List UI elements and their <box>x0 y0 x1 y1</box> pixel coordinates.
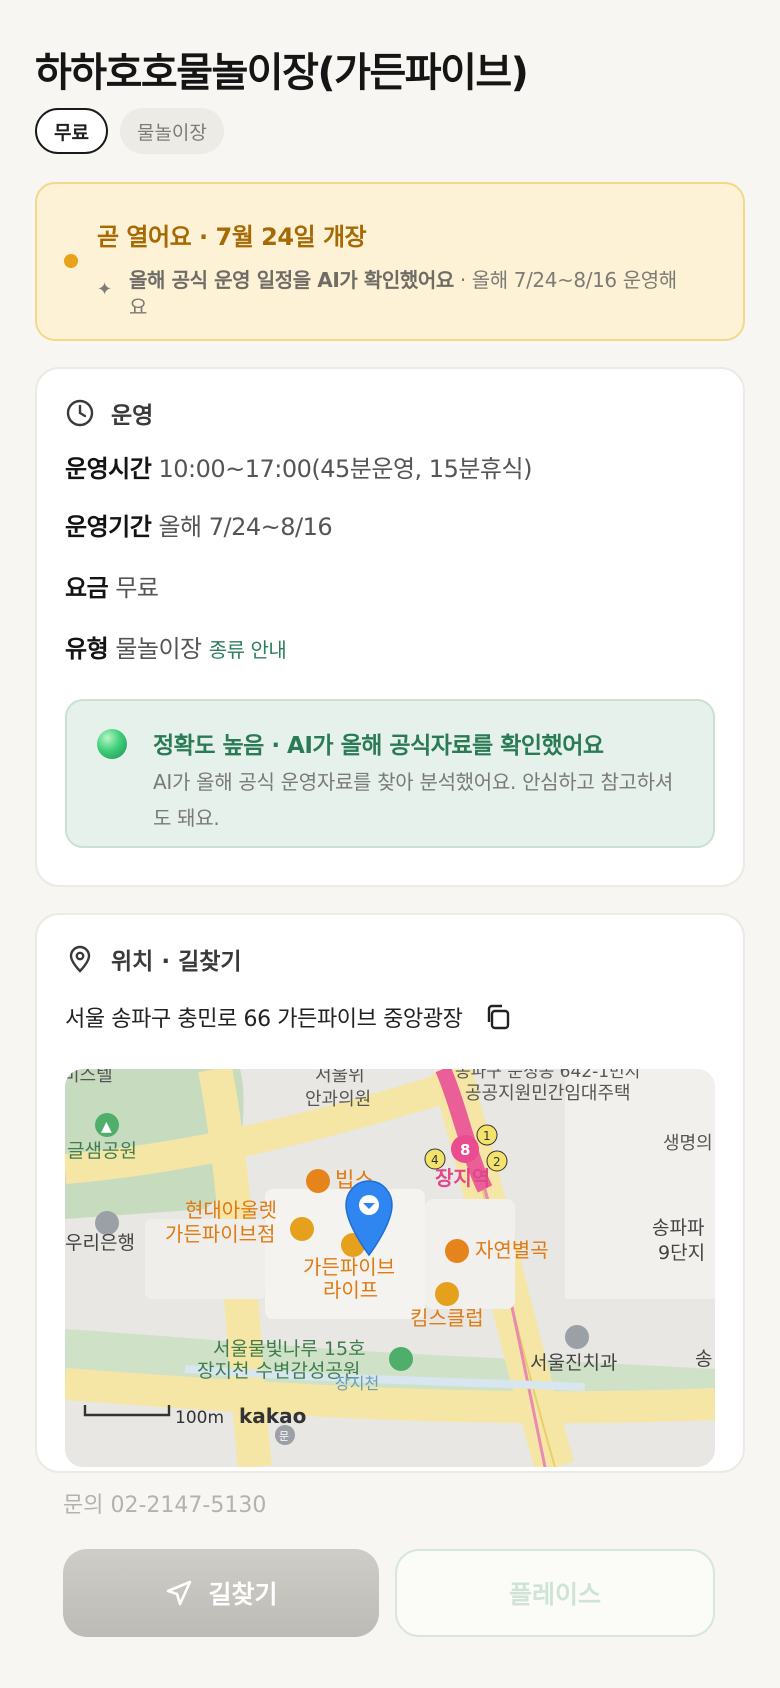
map-label: 공공지원민간임대주택 <box>465 1083 631 1104</box>
info-row-fee: 요금 무료 <box>65 568 715 603</box>
info-row-hours: 운영시간 10:00~17:00(45분운영, 15분휴식) <box>65 449 715 484</box>
tree-icon: ▲ <box>101 1119 112 1135</box>
place-button-label: 플레이스 <box>508 1580 601 1609</box>
info-value: 무료 <box>115 574 159 602</box>
notice-bold: 올해 공식 운영 일정을 AI가 확인했어요 <box>129 268 454 292</box>
restaurant-icon <box>445 1239 469 1263</box>
copy-icon[interactable] <box>484 1003 512 1031</box>
map-label: 서울위 <box>315 1069 365 1086</box>
operation-card: 운영 운영시간 10:00~17:00(45분운영, 15분휴식) 운영기간 올… <box>35 367 745 887</box>
map-label: 가든파이브점 <box>165 1222 275 1246</box>
map-label: 송파파 <box>652 1217 704 1239</box>
location-pin-icon <box>69 945 91 973</box>
navigation-arrow-icon <box>167 1580 192 1606</box>
tag-chips: 무료 물놀이장 <box>35 108 745 154</box>
action-buttons: 길찾기 플레이스 <box>35 1549 745 1637</box>
ai-accuracy-title: 정확도 높음 · AI가 올해 공식자료를 확인했어요 <box>153 733 604 759</box>
map-label: 9단지 <box>658 1242 705 1264</box>
map-logo: kakao <box>239 1404 306 1428</box>
info-value: 10:00~17:00(45분운영, 15분휴식) <box>158 455 532 483</box>
shopping-icon <box>290 1217 314 1241</box>
operation-header-label: 운영 <box>111 403 154 429</box>
map-label: 1 <box>483 1129 491 1143</box>
map-label: 장지천 <box>335 1374 379 1393</box>
restaurant-icon <box>306 1169 330 1193</box>
operation-header: 운영 <box>65 397 715 429</box>
map-label: 생명의 <box>663 1133 713 1154</box>
map-label: 4 <box>431 1153 439 1167</box>
location-card: 위치 · 길찾기 서울 송파구 충민로 66 가든파이브 중앙광장 비스텔 서울… <box>35 913 745 1473</box>
contact-phone[interactable]: 문의 02-2147-5130 <box>35 1487 745 1519</box>
info-label: 요금 <box>65 574 109 602</box>
ai-accuracy-description: AI가 올해 공식 운영자료를 찾아 분석했어요. 안심하고 참고하셔도 돼요. <box>153 770 673 830</box>
map-label: 자연별곡 <box>475 1238 549 1262</box>
address-row: 서울 송파구 충민로 66 가든파이브 중앙광장 <box>65 1001 715 1033</box>
map-label: 우리은행 <box>65 1232 135 1254</box>
chip-free[interactable]: 무료 <box>35 108 108 154</box>
notice-title: 곧 열어요 · 7월 24일 개장 <box>97 223 367 251</box>
info-label: 운영기간 <box>65 513 152 541</box>
map-label: 100m <box>175 1408 224 1428</box>
info-value: 올해 7/24~8/16 <box>158 513 333 541</box>
map-label: 장지역 <box>435 1166 490 1190</box>
ai-accuracy-box: 정확도 높음 · AI가 올해 공식자료를 확인했어요 AI가 올해 공식 운영… <box>65 699 715 848</box>
status-dot-icon <box>64 254 78 268</box>
notice-description: 올해 공식 운영 일정을 AI가 확인했어요 · 올해 7/24~8/16 운영… <box>129 267 689 321</box>
map-label: 송 <box>695 1348 712 1370</box>
map-label: 비스텔 <box>65 1069 113 1086</box>
map-label: 안과의원 <box>305 1089 371 1110</box>
page-title: 하하호호물놀이장(가든파이브) <box>35 50 529 96</box>
map-label: 서울진치과 <box>530 1352 617 1374</box>
info-label: 유형 <box>65 635 109 663</box>
map-label: 킴스클럽 <box>410 1306 484 1330</box>
sparkle-icon: ✦ <box>97 279 113 300</box>
location-map[interactable]: 비스텔 서울위 안과의원 송파구 문정동 642-1번지 공공지원민간임대주택 … <box>65 1069 715 1467</box>
place-button[interactable]: 플레이스 <box>395 1549 715 1637</box>
map-label: 송파구 문정동 642-1번지 <box>455 1069 640 1082</box>
map-label: 현대아울렛 <box>185 1198 277 1222</box>
dental-icon <box>565 1325 589 1349</box>
address-text: 서울 송파구 충민로 66 가든파이브 중앙광장 <box>65 1007 463 1032</box>
location-header-label: 위치 · 길찾기 <box>111 949 242 975</box>
cart-icon <box>435 1282 459 1306</box>
map-label: 글샘공원 <box>67 1140 137 1162</box>
location-header: 위치 · 길찾기 <box>65 943 715 975</box>
info-label: 운영시간 <box>65 455 152 483</box>
info-row-period: 운영기간 올해 7/24~8/16 <box>65 507 715 542</box>
map-label: 2 <box>493 1155 501 1169</box>
opening-notice: 곧 열어요 · 7월 24일 개장 ✦ 올해 공식 운영 일정을 AI가 확인했… <box>35 182 745 341</box>
type-guide-link[interactable]: 종류 안내 <box>209 638 287 662</box>
navigate-button-label: 길찾기 <box>208 1580 278 1609</box>
chip-category[interactable]: 물놀이장 <box>119 108 224 154</box>
map-label: 문 <box>279 1430 289 1443</box>
park-icon <box>389 1347 413 1371</box>
navigate-button[interactable]: 길찾기 <box>63 1549 379 1637</box>
map-label: 라이프 <box>323 1278 378 1302</box>
map-label: 서울물빛나루 15호 <box>213 1338 366 1360</box>
clock-icon <box>66 399 94 427</box>
map-label: 8 <box>460 1141 470 1159</box>
ai-orb-icon <box>97 729 127 759</box>
map-label: 가든파이브 <box>303 1255 395 1279</box>
info-row-type: 유형 물놀이장 종류 안내 <box>65 629 715 664</box>
info-value: 물놀이장 <box>115 635 202 663</box>
